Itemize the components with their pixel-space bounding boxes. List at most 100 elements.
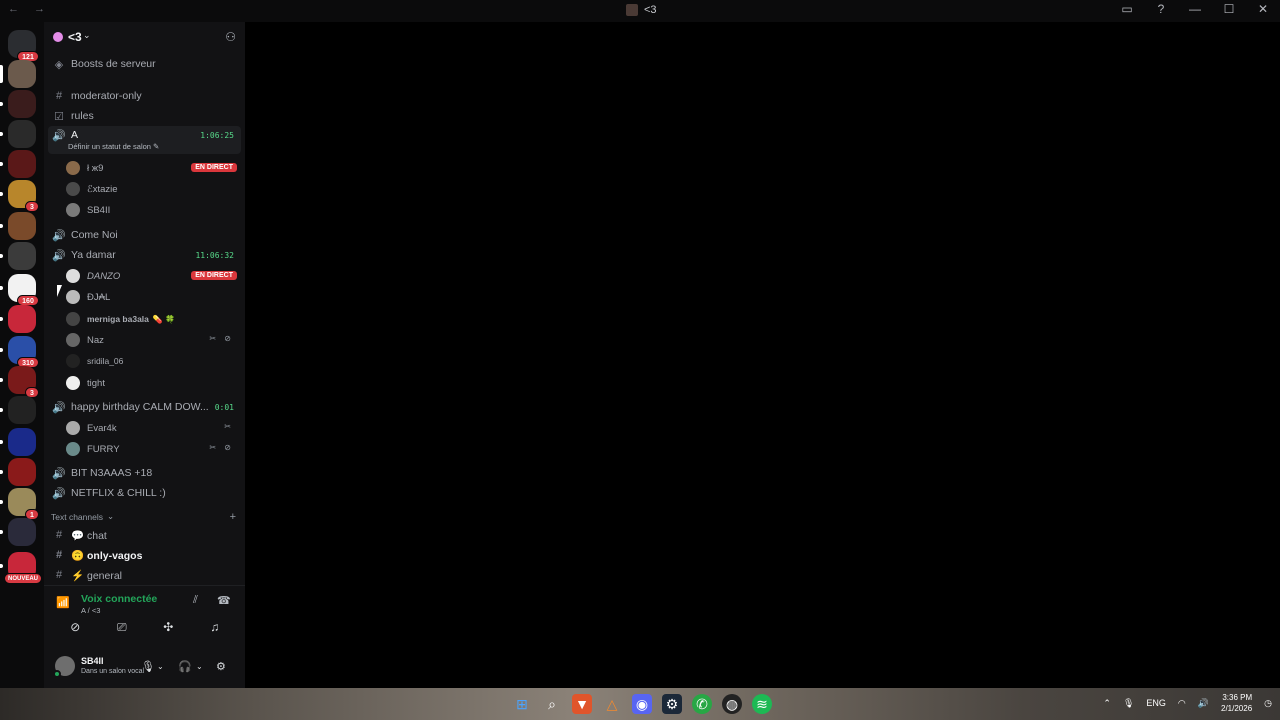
minimize-icon[interactable]: — xyxy=(1188,2,1202,16)
server-icon[interactable] xyxy=(0,305,36,333)
voice-channel-netflix[interactable]: 🔊 NETFLIX & CHILL :) xyxy=(48,483,241,503)
server-icon[interactable] xyxy=(0,458,36,486)
server-icon[interactable]: NOUVEAU xyxy=(0,552,42,584)
server-icon[interactable] xyxy=(0,428,36,456)
server-icon[interactable]: 3 xyxy=(0,180,39,212)
speaker-icon: 🔊 xyxy=(52,229,66,242)
chevron-up-icon[interactable]: ⌃ xyxy=(1103,698,1111,709)
server-icon[interactable]: 310 xyxy=(0,336,39,368)
member-name: ÐJ₳L xyxy=(87,291,111,303)
headphones-icon[interactable]: 🎧 xyxy=(178,660,192,673)
channel-name: 💬 chat xyxy=(71,529,107,542)
language-indicator[interactable]: ENG xyxy=(1146,698,1166,708)
microphone-icon[interactable]: 🎙 xyxy=(141,660,155,673)
notification-icon[interactable]: ◷ xyxy=(1264,698,1272,709)
server-header[interactable]: <3 ⌄ ⚇ xyxy=(44,22,245,52)
invite-user-icon[interactable]: ⚇ xyxy=(225,30,236,44)
channel-name: moderator-only xyxy=(71,90,142,102)
close-icon[interactable]: ✕ xyxy=(1256,2,1270,16)
voice-channel-come-noi[interactable]: 🔊 Come Noi xyxy=(48,225,241,245)
category-text-channels[interactable]: Text channels ⌄ + xyxy=(51,511,239,523)
obs-icon[interactable]: ◍ xyxy=(722,694,742,714)
voice-channel-ya-damar[interactable]: 🔊 Ya damar 11:06:32 xyxy=(48,245,241,265)
server-icon[interactable] xyxy=(0,242,36,270)
voice-status-channel[interactable]: A / <3 xyxy=(81,606,100,615)
channel-only-vagos[interactable]: # 🙃 only-vagos xyxy=(48,545,241,565)
voice-channel-bit[interactable]: 🔊 BIT N3AAAS +18 xyxy=(48,463,241,483)
server-icon[interactable]: 1 xyxy=(0,488,39,520)
server-icon[interactable] xyxy=(0,518,36,546)
server-icon[interactable] xyxy=(0,396,36,424)
settings-gear-icon[interactable]: ⚙ xyxy=(216,660,226,673)
windows-start-icon[interactable]: ⊞ xyxy=(512,694,532,714)
channel-general[interactable]: # ⚡ general xyxy=(48,565,241,585)
voice-channel-birthday[interactable]: 🔊 happy birthday CALM DOW... 0:01 xyxy=(48,397,241,417)
voice-member[interactable]: SB4II xyxy=(66,200,237,220)
camera-off-icon[interactable]: ⊘ xyxy=(64,620,86,640)
server-icon[interactable] xyxy=(0,120,36,148)
soundboard-icon[interactable]: ♫ xyxy=(204,620,226,640)
voice-member[interactable]: Evar4k ✂ xyxy=(66,418,237,438)
spotify-icon[interactable]: ≋ xyxy=(752,694,772,714)
direct-messages-icon[interactable]: 121 xyxy=(8,30,39,62)
voice-member[interactable]: merniga ba3ala 💊 🍀 xyxy=(66,309,237,329)
activities-icon[interactable]: ✣ xyxy=(157,620,179,640)
chevron-down-icon[interactable]: ⌄ xyxy=(196,662,203,671)
voice-member[interactable]: FURRY ✂ ⊘ xyxy=(66,439,237,459)
voice-member[interactable]: DANZO EN DIRECT xyxy=(66,266,237,286)
server-avatar xyxy=(53,32,63,42)
whatsapp-icon[interactable]: ✆ xyxy=(692,694,712,714)
channel-status[interactable]: Définir un statut de salon ✎ xyxy=(68,142,159,151)
chevron-down-icon[interactable]: ⌄ xyxy=(157,662,164,671)
rules-icon: ☑ xyxy=(54,110,64,123)
voice-member[interactable]: tight xyxy=(66,373,237,393)
maximize-icon[interactable]: ☐ xyxy=(1222,2,1236,16)
server-boosts[interactable]: ◈ Boosts de serveur xyxy=(48,54,241,74)
steam-icon[interactable]: ⚙ xyxy=(662,694,682,714)
voice-timer: 0:01 xyxy=(214,402,234,412)
disconnect-icon[interactable]: ☎ xyxy=(217,594,231,607)
muted-icon: ✂ xyxy=(224,422,234,431)
window-title-text: <3 xyxy=(644,4,657,16)
username[interactable]: SB4II xyxy=(81,656,104,666)
help-icon[interactable]: ? xyxy=(1154,2,1168,16)
channel-chat[interactable]: # 💬 chat xyxy=(48,525,241,545)
affinity-icon[interactable]: △ xyxy=(602,694,622,714)
server-icon[interactable]: 3 xyxy=(0,366,39,398)
screen-share-icon[interactable]: ⎚ xyxy=(111,620,133,640)
voice-member[interactable]: ÐJ₳L xyxy=(66,287,237,307)
volume-icon[interactable]: 🔊 xyxy=(1198,698,1209,709)
inbox-icon[interactable]: ▭ xyxy=(1120,2,1134,16)
discord-icon[interactable]: ◉ xyxy=(632,694,652,714)
voice-timer: 11:06:32 xyxy=(195,250,234,260)
voice-member[interactable]: ł ж9 EN DIRECT xyxy=(66,158,237,178)
channel-moderator-only[interactable]: # moderator-only xyxy=(48,86,241,106)
voice-member[interactable]: ℰxtazie xyxy=(66,179,237,199)
nav-arrows[interactable]: ← → xyxy=(8,3,51,15)
voice-member[interactable]: sridila_06 xyxy=(66,351,237,371)
noise-suppression-icon[interactable]: ⫽ xyxy=(193,594,198,607)
voice-channel-a[interactable]: 🔊 A 1:06:25 Définir un statut de salon ✎ xyxy=(48,126,241,154)
add-channel-icon[interactable]: + xyxy=(230,511,236,523)
avatar xyxy=(66,203,80,217)
server-icon[interactable] xyxy=(0,150,36,178)
server-icon[interactable]: 160 xyxy=(0,274,39,306)
channel-name: rules xyxy=(71,110,94,122)
voice-status-title[interactable]: Voix connectée xyxy=(81,593,157,605)
server-list: 121 3 160 310 3 1 NOUVEAU xyxy=(0,22,44,688)
muted-deafened-icon: ✂ ⊘ xyxy=(209,443,234,452)
microphone-icon[interactable]: 🎙 xyxy=(1123,698,1134,709)
signal-icon[interactable]: 📶 xyxy=(56,596,70,609)
voice-member[interactable]: Naz ✂ ⊘ xyxy=(66,330,237,350)
speaker-icon: 🔊 xyxy=(52,249,66,262)
user-panel: SB4II Dans un salon vocal 🎙 ⌄ 🎧 ⌄ ⚙ xyxy=(44,650,245,688)
channel-rules[interactable]: ☑ rules xyxy=(48,106,241,126)
server-icon[interactable] xyxy=(0,212,36,240)
clock[interactable]: 3:36 PM 2/1/2026 xyxy=(1221,692,1252,714)
server-icon[interactable] xyxy=(0,60,36,88)
wifi-icon[interactable]: ◠ xyxy=(1178,698,1186,709)
new-badge: NOUVEAU xyxy=(3,573,42,584)
brave-browser-icon[interactable]: ▼ xyxy=(572,694,592,714)
server-icon[interactable] xyxy=(0,90,36,118)
search-icon[interactable]: ⌕ xyxy=(542,694,562,714)
